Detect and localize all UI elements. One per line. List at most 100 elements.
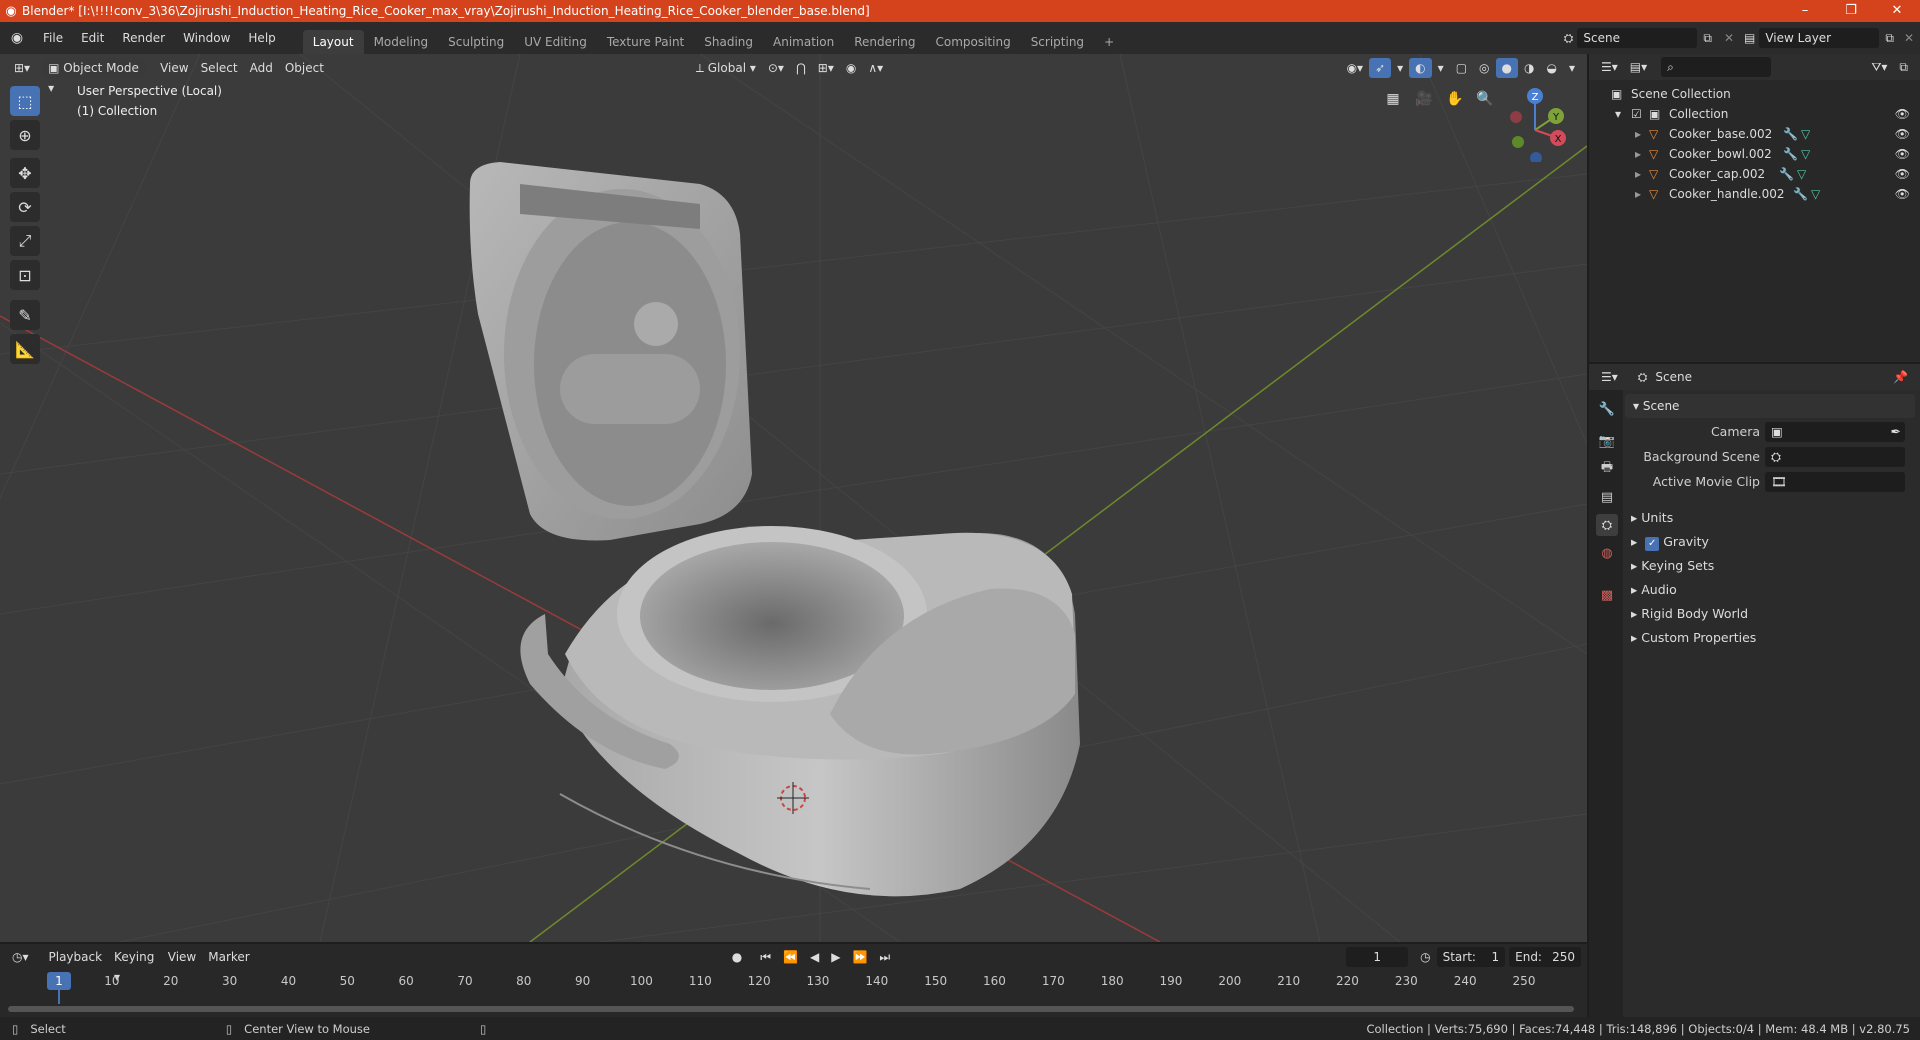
keying-sets-section[interactable]: ▸ Keying Sets (1625, 554, 1915, 578)
snap-icon[interactable]: ⋂ (790, 58, 812, 78)
move-tool-icon[interactable]: ✥ (10, 158, 40, 188)
shading-dropdown-icon[interactable]: ▾ (1563, 58, 1581, 78)
maximize-button[interactable]: ❐ (1828, 0, 1874, 22)
pin-icon[interactable]: 📌 (1893, 370, 1908, 384)
measure-tool-icon[interactable]: 📐 (10, 334, 40, 364)
render-tab-icon[interactable]: 📷 (1596, 430, 1618, 452)
expand-arrow-icon[interactable]: ▸ (1635, 144, 1641, 164)
viewport-menu-select[interactable]: Select (195, 58, 244, 78)
camera-view-icon[interactable]: 🎥 (1411, 86, 1437, 112)
properties-editor-type-icon[interactable]: ☰▾ (1595, 367, 1624, 387)
menu-window[interactable]: Window (174, 26, 239, 50)
scene-panel-header[interactable]: ▾ Scene (1625, 394, 1915, 418)
viewport-menu-view[interactable]: View (154, 58, 194, 78)
object-visibility-eye-icon[interactable]: 👁 (1895, 164, 1910, 184)
viewport-menu-add[interactable]: Add (244, 58, 279, 78)
blender-menu-icon[interactable]: ◉ (0, 30, 34, 46)
background-scene-field[interactable]: ⛭ (1765, 447, 1905, 467)
outliner-row-object[interactable]: ▸ ▽ Cooker_cap.002 🔧 ▽ 👁 (1589, 164, 1920, 184)
tab-layout[interactable]: Layout (302, 30, 364, 54)
new-scene-icon[interactable]: ⧉ (1697, 31, 1718, 46)
object-visibility-eye-icon[interactable]: 👁 (1895, 124, 1910, 144)
expand-arrow-icon[interactable]: ▾ (1615, 104, 1621, 124)
menu-file[interactable]: File (34, 26, 72, 50)
scene-tab-icon[interactable]: ⛭ (1596, 514, 1618, 536)
view-layer-selector[interactable]: View Layer (1759, 28, 1880, 48)
mesh-data-icon[interactable]: ▽ (1801, 124, 1810, 144)
object-visibility-eye-icon[interactable]: 👁 (1895, 144, 1910, 164)
3d-viewport[interactable]: ⊞▾ ▣ Object Mode ▾ View Select Add Objec… (0, 54, 1587, 942)
new-collection-icon[interactable]: ⧉ (1893, 57, 1914, 77)
menu-help[interactable]: Help (239, 26, 284, 50)
pan-view-icon[interactable]: ✋ (1442, 86, 1468, 112)
current-frame-indicator[interactable]: 1 (47, 972, 71, 990)
collection-checkbox[interactable]: ☑ (1631, 104, 1642, 124)
units-section[interactable]: ▸ Units (1625, 506, 1915, 530)
view-layer-tab-icon[interactable]: ▤ (1596, 486, 1618, 508)
tab-sculpting[interactable]: Sculpting (438, 30, 514, 54)
toggle-camera-grid-icon[interactable]: ▦ (1380, 86, 1406, 112)
rotate-tool-icon[interactable]: ⟳ (10, 192, 40, 222)
select-box-tool-icon[interactable]: ⬚ (10, 86, 40, 116)
solid-shading-icon[interactable]: ● (1495, 58, 1518, 78)
mesh-data-icon[interactable]: ▽ (1797, 164, 1806, 184)
outliner-row-collection[interactable]: ▾ ☑ ▣ Collection 👁 (1589, 104, 1920, 124)
viewport-menu-object[interactable]: Object (279, 58, 330, 78)
object-visibility-eye-icon[interactable]: 👁 (1895, 184, 1910, 204)
wireframe-shading-icon[interactable]: ◎ (1473, 58, 1495, 78)
transform-tool-icon[interactable]: ⊡ (10, 260, 40, 290)
tab-shading[interactable]: Shading (694, 30, 763, 54)
tab-rendering[interactable]: Rendering (844, 30, 925, 54)
tab-modeling[interactable]: Modeling (364, 30, 439, 54)
gizmo-dropdown-icon[interactable]: ▾ (1391, 58, 1409, 78)
outliner-search-input[interactable]: ⌕ (1661, 57, 1772, 77)
custom-properties-section[interactable]: ▸ Custom Properties (1625, 626, 1915, 650)
orientation-dropdown[interactable]: ⟂ Global ▾ (690, 58, 762, 78)
modifier-wrench-icon[interactable]: 🔧 (1793, 184, 1808, 204)
filter-icon[interactable]: ⛛▾ (1865, 57, 1893, 77)
cursor-tool-icon[interactable]: ⊕ (10, 120, 40, 150)
collection-visibility-eye-icon[interactable]: 👁 (1895, 104, 1910, 124)
audio-section[interactable]: ▸ Audio (1625, 578, 1915, 602)
gravity-checkbox[interactable]: ✓ (1645, 537, 1660, 551)
material-shading-icon[interactable]: ◑ (1518, 58, 1540, 78)
delete-view-layer-icon[interactable]: ✕ (1900, 31, 1920, 45)
menu-edit[interactable]: Edit (72, 26, 113, 50)
modifier-wrench-icon[interactable]: 🔧 (1779, 164, 1794, 184)
rigid-body-world-section[interactable]: ▸ Rigid Body World (1625, 602, 1915, 626)
annotate-tool-icon[interactable]: ✎ (10, 300, 40, 330)
scale-tool-icon[interactable]: ⤢ (10, 226, 40, 256)
frame-ruler[interactable]: 10 20 30 40 50 60 70 80 90 100 110 120 130 140 150 160 1… (0, 944, 1587, 1002)
camera-field[interactable]: ▣ ✒ (1765, 422, 1905, 442)
expand-arrow-icon[interactable]: ▸ (1635, 164, 1641, 184)
rendered-shading-icon[interactable]: ◒ (1540, 58, 1562, 78)
scene-selector[interactable]: Scene (1577, 28, 1698, 48)
minimize-button[interactable]: – (1782, 0, 1828, 22)
zoom-view-icon[interactable]: 🔍 (1472, 86, 1498, 112)
tab-texture-paint[interactable]: Texture Paint (597, 30, 694, 54)
active-movie-clip-field[interactable]: 🎞 (1765, 472, 1905, 492)
new-view-layer-icon[interactable]: ⧉ (1879, 31, 1900, 46)
output-tab-icon[interactable]: 🖶 (1596, 458, 1618, 480)
tab-animation[interactable]: Animation (763, 30, 844, 54)
snap-target-icon[interactable]: ⊞▾ (812, 58, 840, 78)
tab-scripting[interactable]: Scripting (1021, 30, 1094, 54)
mesh-data-icon[interactable]: ▽ (1811, 184, 1820, 204)
world-tab-icon[interactable]: ◍ (1596, 542, 1618, 564)
mode-dropdown[interactable]: ▣ Object Mode ▾ (42, 58, 147, 95)
delete-scene-icon[interactable]: ✕ (1718, 31, 1740, 45)
expand-arrow-icon[interactable]: ▸ (1635, 184, 1641, 204)
xray-icon[interactable]: ▢ (1450, 58, 1473, 78)
falloff-icon[interactable]: ∧▾ (862, 58, 889, 78)
pivot-icon[interactable]: ⊙▾ (762, 58, 790, 78)
expand-arrow-icon[interactable]: ▸ (1635, 124, 1641, 144)
outliner-row-object[interactable]: ▸ ▽ Cooker_bowl.002 🔧 ▽ 👁 (1589, 144, 1920, 164)
gizmo-toggle-icon[interactable]: ➶ (1369, 58, 1392, 78)
modifier-wrench-icon[interactable]: 🔧 (1783, 144, 1798, 164)
eyedropper-icon[interactable]: ✒ (1891, 420, 1901, 444)
tab-uv-editing[interactable]: UV Editing (514, 30, 597, 54)
tool-tab-icon[interactable]: 🔧 (1596, 398, 1618, 420)
outliner-row-scene-collection[interactable]: ▣ Scene Collection (1589, 84, 1920, 104)
add-workspace-button[interactable]: + (1094, 30, 1124, 54)
texture-tab-icon[interactable]: ▩ (1596, 584, 1618, 606)
